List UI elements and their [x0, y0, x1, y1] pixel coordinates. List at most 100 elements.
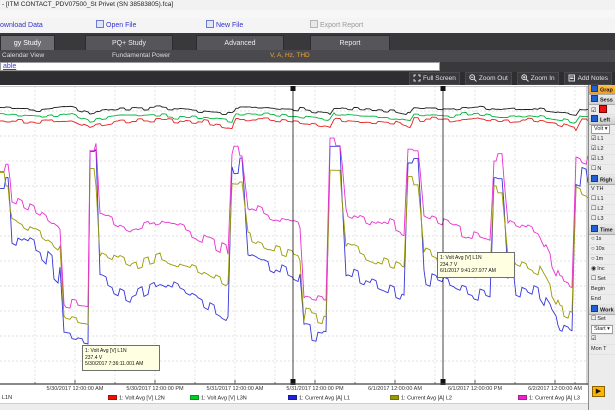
label-row-mon-t: Mon T: [589, 345, 615, 355]
checkbox-row-set[interactable]: ☐Set: [589, 315, 615, 325]
x-tick-label: 5/30/2017 12:00:00 AM: [35, 386, 115, 392]
filter-box[interactable]: able: [0, 62, 440, 71]
value-tooltip-2: 1: Volt Avg [V] L1N234.7 V6/1/2017 9:41:…: [437, 252, 515, 278]
panel-header-left[interactable]: Left: [589, 115, 615, 125]
checkbox-icon[interactable]: ☑: [591, 135, 596, 144]
legend-label: 1: Volt Avg [V] L2N: [119, 396, 165, 402]
trend-chart[interactable]: [0, 86, 588, 385]
checkbox-icon[interactable]: ☐: [591, 195, 596, 204]
zoom-in-button[interactable]: Zoom In: [517, 72, 559, 85]
subtab-v-a-hz-thd[interactable]: V, A, Hz, THD: [270, 50, 310, 62]
panel-header-label: Left: [600, 118, 610, 124]
dropdown-volt[interactable]: Volt ▾: [591, 125, 610, 134]
checkbox-row-l2[interactable]: ☐L2: [589, 205, 615, 215]
x-tick-label: 5/31/2017 12:00:00 PM: [275, 386, 355, 392]
channel-color-swatch[interactable]: [599, 105, 607, 113]
full-screen-button[interactable]: Full Screen: [409, 72, 460, 85]
panel-label: V TH: [591, 186, 603, 192]
dropdown-row-volt[interactable]: Volt ▾: [589, 125, 615, 135]
checkbox-label: Set: [597, 316, 605, 322]
toolbar-button-new-file[interactable]: New File: [206, 20, 243, 31]
panel-header-time[interactable]: Time: [589, 225, 615, 235]
panel-header-label: Sess: [600, 98, 613, 104]
tooltip-line: 5/30/2017 7:36:11.001 AM: [85, 361, 157, 368]
filter-row: able: [0, 62, 615, 72]
channel-color-row[interactable]: ☑: [589, 105, 615, 115]
x-tick-label: 6/1/2017 12:00:00 AM: [355, 386, 435, 392]
panel-header-label: Grap: [600, 88, 613, 94]
checkbox-label: L3: [597, 216, 603, 222]
panel-header-icon: [591, 85, 598, 92]
checkbox-label: L3: [597, 156, 603, 162]
radio-label: 1s: [596, 236, 602, 242]
legend-item-5[interactable]: 1: Current Avg [A] L2: [390, 395, 452, 402]
radio-icon[interactable]: ○: [591, 245, 595, 254]
chart-toolbar: Full Screen Zoom Out Zoom In Add Notes: [0, 72, 615, 85]
subtab-calendar-view[interactable]: Calendar View: [2, 50, 44, 62]
checkbox-icon[interactable]: ☐: [591, 315, 596, 324]
tab-pq-study[interactable]: PQ+ Study: [85, 35, 173, 50]
legend-label: 1: Current Avg [A] L1: [299, 396, 350, 402]
legend-item-3[interactable]: 1: Volt Avg [V] L3N: [190, 395, 247, 402]
x-tick-label: 5/30/2017 12:00:00 PM: [115, 386, 195, 392]
checkbox-row-l1[interactable]: ☑L1: [589, 135, 615, 145]
legend-item-2[interactable]: 1: Volt Avg [V] L2N: [108, 395, 165, 402]
file-toolbar: ownload Data Open File New File Export Repo…: [0, 18, 615, 34]
panel-header-sess[interactable]: Sess: [589, 95, 615, 105]
filter-link[interactable]: able: [3, 63, 16, 71]
checkbox-row-l3[interactable]: ☐L3: [589, 215, 615, 225]
cursor-handle-top-1[interactable]: [291, 86, 296, 91]
toolbar-button-open-file[interactable]: Open File: [96, 20, 136, 31]
tab-advanced[interactable]: Advanced: [196, 35, 284, 50]
radio-row-1s[interactable]: ○1s: [589, 235, 615, 245]
export-report-icon: [310, 20, 318, 28]
radio-row-inc[interactable]: ◉Inc: [589, 265, 615, 275]
checkbox-icon[interactable]: ☐: [591, 205, 596, 214]
tab-report[interactable]: Report: [310, 35, 390, 50]
dropdown-start[interactable]: Start ▾: [591, 325, 613, 334]
window-title: - [ITM CONTACT_PDV07500_St Privet (SN 38…: [0, 0, 615, 10]
add-notes-button[interactable]: Add Notes: [564, 72, 612, 85]
checkbox-icon[interactable]: ☐: [591, 165, 596, 174]
radio-row-10s[interactable]: ○10s: [589, 245, 615, 255]
subtab-fundamental-power[interactable]: Fundamental Power: [112, 50, 170, 62]
checkbox-row-l1[interactable]: ☐L1: [589, 195, 615, 205]
checkbox-icon[interactable]: ☐: [591, 215, 596, 224]
checkbox-row-l3[interactable]: ☑L3: [589, 155, 615, 165]
dropdown-row-start[interactable]: Start ▾: [589, 325, 615, 335]
toolbar-button-label: Export Report: [320, 22, 363, 29]
legend-scroll-arrow[interactable]: ▶: [592, 386, 605, 397]
panel-header-icon: [591, 305, 598, 312]
cursor-handle-top-2[interactable]: [441, 86, 446, 91]
legend-item-4[interactable]: 1: Current Avg [A] L1: [288, 395, 350, 402]
trend-plot-svg[interactable]: [0, 86, 588, 385]
toolbar-button-ownload-data[interactable]: ownload Data: [0, 20, 43, 31]
radio-icon[interactable]: ◉: [591, 265, 596, 274]
sub-tab-bar: Calendar View Fundamental Power V, A, Hz, …: [0, 50, 615, 62]
checkbox-row-25[interactable]: ☑: [589, 335, 615, 345]
legend-item-6[interactable]: 1: Current Avg [A] L3: [518, 395, 580, 402]
checkbox-row-l2[interactable]: ☑L2: [589, 145, 615, 155]
radio-icon[interactable]: ○: [591, 255, 595, 264]
radio-row-1m[interactable]: ○1m: [589, 255, 615, 265]
checkbox-icon[interactable]: ☑: [591, 155, 596, 164]
toolbar-button-label: ownload Data: [0, 22, 43, 29]
panel-header-grap[interactable]: Grap: [589, 85, 615, 95]
zoom-out-button[interactable]: Zoom Out: [465, 72, 512, 85]
checkbox-icon[interactable]: ☐: [591, 275, 596, 284]
checkbox-icon[interactable]: ☑: [591, 335, 596, 344]
panel-header-work[interactable]: Work: [589, 305, 615, 315]
radio-icon[interactable]: ○: [591, 235, 595, 244]
checkbox-row-n[interactable]: ☐N: [589, 165, 615, 175]
checkbox-row-set[interactable]: ☐Set: [589, 275, 615, 285]
legend-item-1[interactable]: L1N: [2, 395, 12, 402]
legend-swatch: [518, 395, 527, 400]
checkbox-icon[interactable]: ☑: [591, 145, 596, 154]
toolbar-button-export-report: Export Report: [310, 20, 363, 31]
legend-label: 1: Volt Avg [V] L3N: [201, 396, 247, 402]
checkbox-label: L1: [597, 196, 603, 202]
tab-gy-study[interactable]: gy Study: [0, 35, 55, 50]
panel-header-righ[interactable]: Righ: [589, 175, 615, 185]
radio-label: 10s: [596, 246, 605, 252]
checkbox-label: L2: [597, 206, 603, 212]
